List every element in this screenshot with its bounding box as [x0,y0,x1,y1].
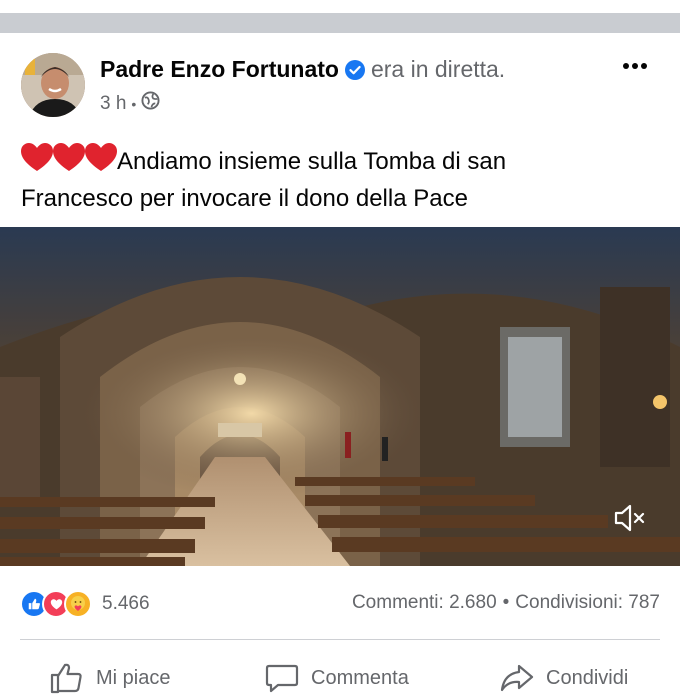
video-frame [0,227,680,566]
comment-button[interactable]: Commenta [265,660,409,696]
muted-speaker-icon[interactable] [610,501,650,535]
author-avatar[interactable] [21,53,85,117]
shares-count[interactable]: Condivisioni: 787 [515,592,660,613]
share-arrow-icon [500,664,534,692]
verified-badge-icon [344,59,365,86]
post-meta: 3 h • [100,91,160,116]
thumbs-up-icon [50,663,82,694]
live-video[interactable] [0,227,680,566]
reactions-summary[interactable]: 5.466 [20,590,150,618]
comment-label: Commenta [311,666,409,689]
reaction-count: 5.466 [102,593,150,614]
author-line: Padre Enzo Fortunato era in diretta. [100,56,505,86]
share-label: Condividi [546,666,629,689]
globe-icon [141,91,160,116]
feed-separator [0,0,680,33]
like-button[interactable]: Mi piace [50,660,170,696]
share-button[interactable]: Condividi [500,660,628,696]
like-label: Mi piace [96,666,171,689]
care-reaction-icon [64,590,92,618]
post-text-line2: Francesco per invocare il dono della Pac… [21,185,468,212]
live-status: era in diretta. [370,56,506,82]
author-name[interactable]: Padre Enzo Fortunato [100,56,339,82]
action-divider [20,639,660,640]
comments-count[interactable]: Commenti: 2.680 [352,592,497,613]
avatar-image [21,53,85,117]
post-time[interactable]: 3 h [100,93,126,115]
more-options-icon[interactable] [618,54,658,82]
comment-bubble-icon [265,664,299,693]
meta-separator: • [131,95,137,112]
post-text-line1: Andiamo insieme sulla Tomba di san [117,148,507,175]
stats-separator: • [502,592,510,613]
post-stats: Commenti: 2.680 • Condivisioni: 787 [352,592,660,614]
post-text: Andiamo insieme sulla Tomba di san Franc… [21,143,661,215]
heart-emoji [21,143,117,182]
